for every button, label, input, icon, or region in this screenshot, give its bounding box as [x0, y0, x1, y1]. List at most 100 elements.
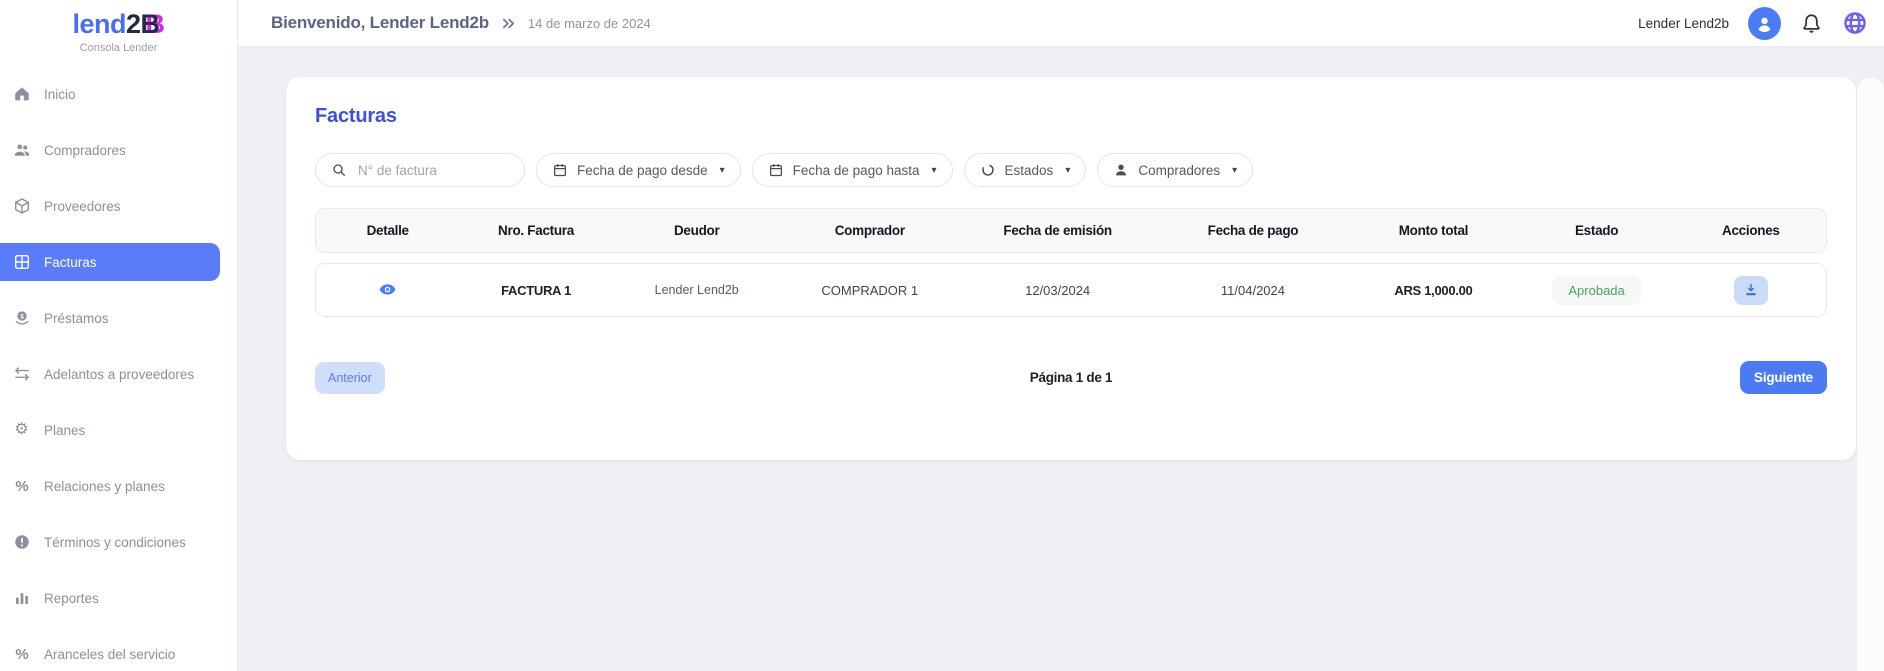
- bar-chart-icon: [12, 589, 31, 608]
- brand-tagline: Consola Lender: [0, 42, 237, 54]
- welcome-title: Bienvenido, Lender Lend2b: [271, 13, 489, 33]
- date-from-label: Fecha de pago desde: [577, 163, 708, 178]
- table-header-row: Detalle Nro. Factura Deudor Comprador Fe…: [315, 208, 1827, 253]
- sidebar-item-label: Compradores: [44, 143, 126, 158]
- bell-icon: [1800, 12, 1823, 35]
- status-cell: Aprobada: [1517, 276, 1675, 305]
- date-from-filter[interactable]: Fecha de pago desde ▾: [536, 153, 741, 187]
- person-icon: [1754, 13, 1775, 34]
- app-window: lend2BB Consola Lender Inicio Compradore…: [0, 0, 1884, 671]
- page-indicator: Página 1 de 1: [1030, 370, 1112, 385]
- sidebar-item-adelantos[interactable]: Adelantos a proveedores: [0, 355, 237, 393]
- states-label: Estados: [1005, 163, 1054, 178]
- sidebar-item-label: Adelantos a proveedores: [44, 367, 194, 382]
- status-badge: Aprobada: [1552, 276, 1640, 305]
- globe-icon: [1842, 10, 1868, 36]
- download-icon: [1743, 282, 1759, 298]
- filters-bar: Fecha de pago desde ▾ Fecha de pago hast…: [315, 153, 1827, 187]
- sidebar-item-terminos[interactable]: Términos y condiciones: [0, 523, 237, 561]
- sidebar-item-planes[interactable]: ⚙ Planes: [0, 411, 237, 449]
- detail-cell: [316, 278, 459, 302]
- chevron-down-icon: ▾: [1065, 165, 1070, 176]
- sidebar-item-label: Inicio: [44, 87, 76, 102]
- home-icon: [12, 85, 31, 104]
- chevron-double-right-icon: [500, 15, 517, 32]
- sidebar-item-facturas[interactable]: Facturas: [0, 243, 220, 281]
- search-input[interactable]: [356, 162, 500, 179]
- swap-arrows-icon: [12, 365, 31, 384]
- notifications-button[interactable]: [1800, 12, 1823, 35]
- sidebar-item-label: Planes: [44, 423, 85, 438]
- buyer-cell: COMPRADOR 1: [781, 283, 959, 298]
- sidebar-item-label: Aranceles del servicio: [44, 647, 175, 662]
- logo-2b: 2B: [126, 9, 160, 39]
- sidebar-item-label: Reportes: [44, 591, 99, 606]
- buyers-label: Compradores: [1138, 163, 1220, 178]
- date-to-filter[interactable]: Fecha de pago hasta ▾: [752, 153, 953, 187]
- sidebar-item-label: Proveedores: [44, 199, 121, 214]
- sidebar-item-prestamos[interactable]: $ Préstamos: [0, 299, 237, 337]
- chevron-down-icon: ▾: [720, 165, 725, 176]
- chevron-down-icon: ▾: [1232, 165, 1237, 176]
- pay-date-cell: 11/04/2024: [1157, 283, 1350, 298]
- topbar-actions: Lender Lend2b: [1638, 7, 1868, 40]
- column-header-detalle: Detalle: [316, 223, 459, 238]
- view-detail-button[interactable]: [376, 278, 399, 301]
- sidebar-item-compradores[interactable]: Compradores: [0, 131, 237, 169]
- coin-icon: $: [12, 309, 31, 328]
- language-button[interactable]: [1842, 10, 1868, 36]
- scrollbar-track: [1857, 47, 1884, 671]
- page-title: Facturas: [315, 105, 1827, 128]
- percent-icon: %: [12, 477, 31, 496]
- sidebar-nav: Inicio Compradores Proveedores Facturas …: [0, 75, 237, 671]
- user-avatar[interactable]: [1748, 7, 1781, 40]
- debtor-cell: Lender Lend2b: [613, 283, 781, 297]
- logo-text: lend2BB: [0, 9, 237, 39]
- person-icon: [1113, 162, 1129, 178]
- actions-cell: [1676, 276, 1826, 305]
- cube-icon: [12, 197, 31, 216]
- states-filter[interactable]: Estados ▾: [964, 153, 1087, 187]
- svg-text:$: $: [20, 313, 24, 320]
- column-header-nro-factura: Nro. Factura: [459, 223, 612, 238]
- download-button[interactable]: [1734, 276, 1768, 305]
- sidebar-item-aranceles[interactable]: % Aranceles del servicio: [0, 635, 237, 671]
- issue-date-cell: 12/03/2024: [959, 283, 1157, 298]
- calendar-icon: [768, 162, 784, 178]
- sidebar-item-relaciones[interactable]: % Relaciones y planes: [0, 467, 237, 505]
- next-page-button[interactable]: Siguiente: [1740, 361, 1827, 394]
- column-header-fecha-pago: Fecha de pago: [1157, 223, 1350, 238]
- previous-page-button[interactable]: Anterior: [315, 362, 385, 394]
- sidebar-item-inicio[interactable]: Inicio: [0, 75, 237, 113]
- username-label: Lender Lend2b: [1638, 16, 1729, 31]
- invoice-number-cell: FACTURA 1: [459, 283, 612, 298]
- sidebar-item-reportes[interactable]: Reportes: [0, 579, 237, 617]
- sidebar-item-proveedores[interactable]: Proveedores: [0, 187, 237, 225]
- brand-logo: lend2BB Consola Lender: [0, 0, 237, 54]
- buyers-filter[interactable]: Compradores ▾: [1097, 153, 1253, 187]
- column-header-comprador: Comprador: [781, 223, 959, 238]
- table-row: FACTURA 1 Lender Lend2b COMPRADOR 1 12/0…: [315, 263, 1827, 317]
- calendar-icon: [552, 162, 568, 178]
- date-to-label: Fecha de pago hasta: [793, 163, 920, 178]
- eye-icon: [378, 280, 397, 299]
- status-circle-icon: [980, 162, 996, 178]
- search-icon: [331, 162, 347, 178]
- logo-lend: lend: [72, 9, 126, 39]
- scrollbar-thumb[interactable]: [1857, 78, 1884, 671]
- sidebar-item-label: Relaciones y planes: [44, 479, 165, 494]
- pagination-bar: Anterior Página 1 de 1 Siguiente: [315, 361, 1827, 394]
- invoice-search-field[interactable]: [315, 153, 525, 187]
- column-header-estado: Estado: [1517, 223, 1675, 238]
- people-icon: [12, 141, 31, 160]
- topbar: Bienvenido, Lender Lend2b 14 de marzo de…: [238, 0, 1884, 47]
- column-header-monto-total: Monto total: [1349, 223, 1517, 238]
- percent-icon: %: [12, 645, 31, 664]
- sidebar-item-label: Facturas: [44, 255, 97, 270]
- column-header-deudor: Deudor: [613, 223, 781, 238]
- column-header-acciones: Acciones: [1676, 223, 1826, 238]
- amount-cell: ARS 1,000.00: [1349, 283, 1517, 298]
- gear-icon: ⚙: [12, 421, 31, 440]
- chevron-down-icon: ▾: [932, 165, 937, 176]
- current-date: 14 de marzo de 2024: [528, 16, 651, 31]
